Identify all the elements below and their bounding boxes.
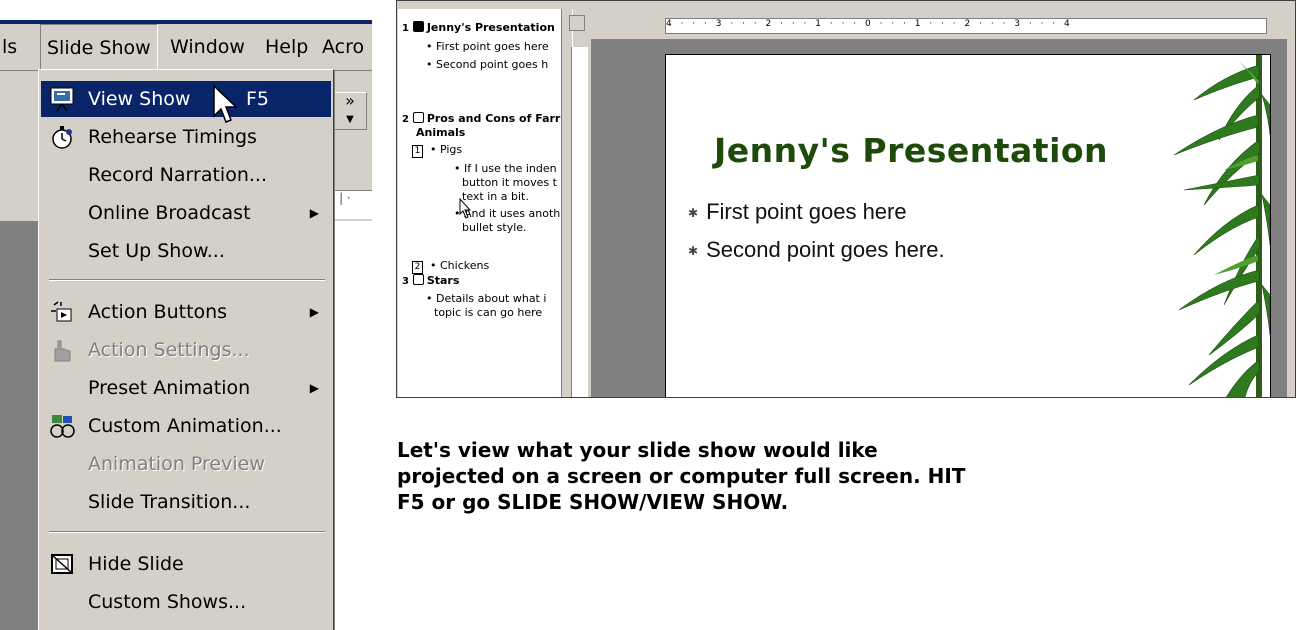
submenu-arrow-icon: ▶ — [309, 381, 319, 395]
outline-bullet: • If I use the inden — [454, 162, 557, 175]
outline-bullet-cont: bullet style. — [462, 221, 527, 234]
outline-level-1: 1 • Pigs — [412, 143, 462, 158]
menu-item-rehearse-timings[interactable]: Rehearse Timings — [41, 119, 331, 155]
menu-window[interactable]: Window — [170, 24, 245, 70]
slide-icon — [412, 274, 424, 285]
projector-screen-icon — [50, 87, 74, 112]
menu-item-hide-slide[interactable]: Hide Slide — [41, 546, 331, 582]
bamboo-leaves-image — [1173, 55, 1270, 397]
menu-item-custom-shows[interactable]: Custom Shows... — [41, 584, 331, 620]
menu-slide-show[interactable]: Slide Show — [40, 24, 158, 71]
toolbar-more-button[interactable]: » ▼ — [333, 92, 367, 130]
outline-bullet: • Second point goes h — [426, 58, 549, 71]
menu-help[interactable]: Help — [265, 24, 308, 70]
slide-icon — [412, 112, 424, 123]
title-strip — [0, 0, 372, 20]
hide-slide-icon — [51, 554, 73, 574]
slide-canvas[interactable]: Jenny's Presentation ✱ First point goes h… — [665, 54, 1271, 397]
menu-separator — [49, 531, 325, 533]
menu-item-record-narration[interactable]: Record Narration... — [41, 157, 331, 193]
outline-bullet-cont: text in a bit. — [462, 190, 529, 203]
vertical-ruler — [571, 47, 588, 397]
outline-slide-1[interactable]: 1 Jenny's Presentation — [402, 21, 555, 34]
menu-item-set-up-show[interactable]: Set Up Show... — [41, 233, 331, 269]
hand-pointer-icon — [54, 340, 71, 362]
menu-item-animation-preview: Animation Preview — [88, 453, 265, 475]
outline-level-2: 2 • Chickens — [412, 259, 489, 274]
menu-item-action-buttons[interactable]: Action Buttons ▶ — [41, 294, 331, 330]
outline-bullet-cont: button it moves t — [462, 176, 557, 189]
action-button-icon — [51, 301, 72, 322]
outline-bullet: • First point goes here — [426, 40, 549, 53]
menu-acrobat-partial[interactable]: Acro — [322, 24, 364, 70]
menu-item-view-show[interactable]: View Show F5 — [41, 81, 331, 117]
menu-item-action-settings: Action Settings... — [41, 332, 331, 368]
slide-title[interactable]: Jenny's Presentation — [714, 131, 1108, 170]
menu-item-slide-transition[interactable]: Slide Transition... — [41, 484, 331, 520]
outline-bullet-cont: topic is can go here — [434, 306, 543, 319]
ruler-corner — [569, 15, 585, 31]
outline-pane[interactable]: 1 Jenny's Presentation • First point goe… — [398, 9, 561, 397]
slide-bullet-1[interactable]: ✱ First point goes here — [688, 199, 907, 225]
menu-item-preset-animation[interactable]: Preset Animation ▶ — [41, 370, 331, 406]
submenu-arrow-icon: ▶ — [309, 206, 319, 220]
powerpoint-window: 1 Jenny's Presentation • First point goe… — [396, 0, 1296, 398]
menu-item-online-broadcast[interactable]: Online Broadcast ▶ — [41, 195, 331, 231]
menu-item-custom-animation[interactable]: Custom Animation... — [41, 408, 331, 444]
stopwatch-icon — [52, 126, 72, 149]
menu-separator — [49, 279, 325, 281]
slide-icon — [412, 21, 424, 32]
outline-title-cont: Animals — [416, 126, 466, 139]
custom-animation-icon — [50, 415, 75, 438]
menu-screenshot: ls Slide Show Window Help Acro »▼ | · e … — [0, 0, 372, 630]
outline-slide-2[interactable]: 2 Pros and Cons of Farr — [402, 112, 560, 125]
outline-bullet: • Details about what i — [426, 292, 547, 305]
workspace-gray — [0, 221, 40, 630]
horizontal-ruler: 4 · · · 3 · · · 2 · · · 1 · · · 0 · · · … — [665, 18, 1267, 34]
menu-tools-partial[interactable]: ls — [2, 24, 17, 70]
star-bullet-icon: ✱ — [688, 244, 699, 258]
menu-bar: ls Slide Show Window Help Acro — [0, 24, 372, 71]
submenu-arrow-icon: ▶ — [309, 305, 319, 319]
outline-slide-3[interactable]: 3 Stars — [402, 274, 459, 287]
instruction-caption: Let's view what your slide show would li… — [397, 438, 966, 514]
mouse-cursor-icon — [459, 198, 471, 219]
slide-bullet-2[interactable]: ✱ Second point goes here. — [688, 237, 945, 263]
star-bullet-icon: ✱ — [688, 206, 699, 220]
mouse-cursor-icon — [213, 84, 238, 123]
slide-show-dropdown: View Show F5 Rehearse Timings Record Nar… — [38, 69, 334, 630]
